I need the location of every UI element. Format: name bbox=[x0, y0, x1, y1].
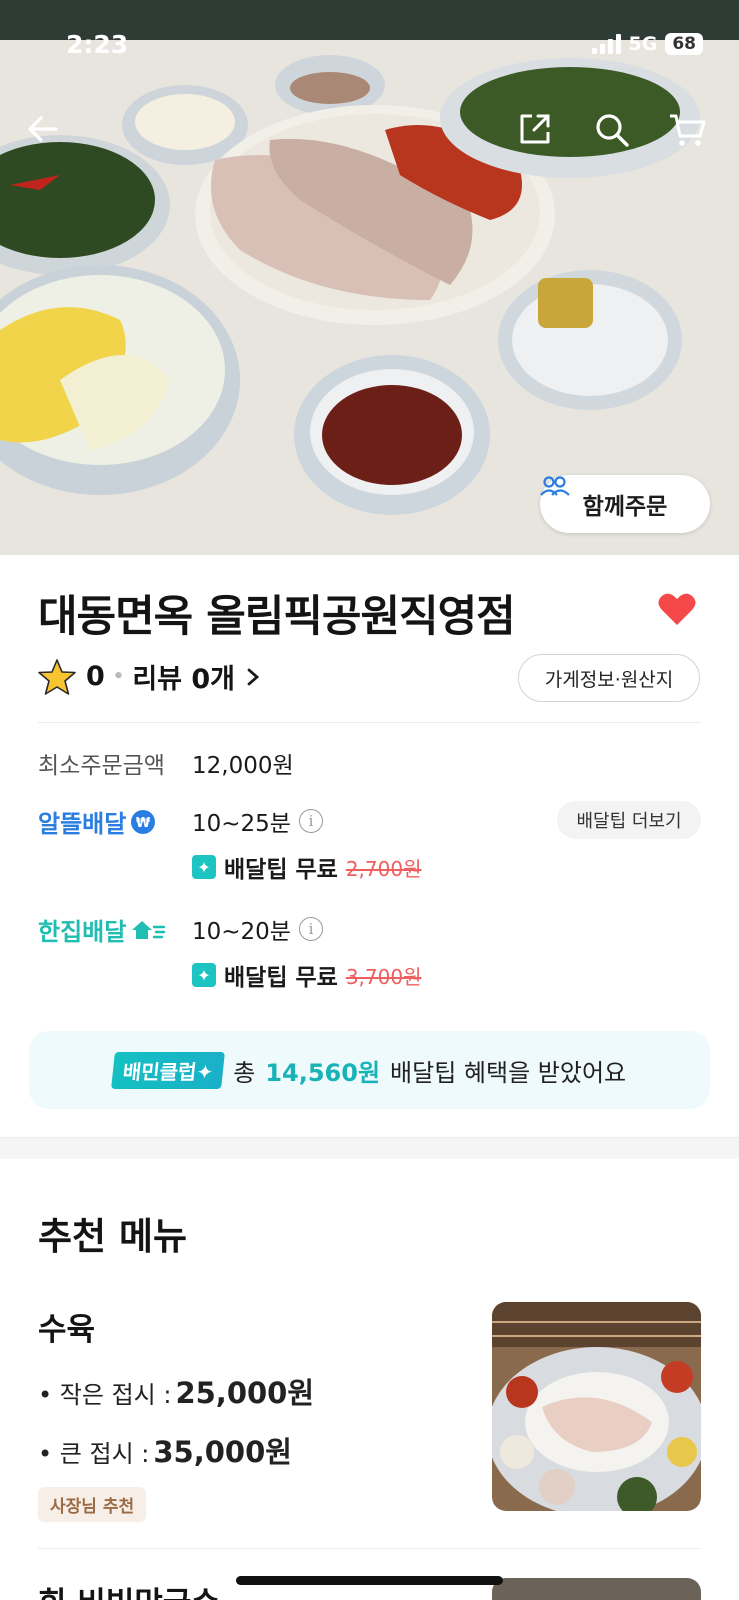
tip-original-price: 3,700원 bbox=[345, 964, 422, 989]
club-prefix: 총 bbox=[233, 1058, 256, 1087]
divider bbox=[38, 722, 701, 723]
option-label: • 작은 접시 : bbox=[38, 1381, 172, 1409]
favorite-button[interactable] bbox=[658, 592, 696, 630]
saver-time-text: 10~25분 bbox=[192, 811, 291, 837]
back-button[interactable] bbox=[26, 112, 70, 156]
club-suffix: 배달팁 혜택을 받았어요 bbox=[390, 1058, 627, 1087]
group-icon bbox=[540, 476, 570, 496]
won-badge-icon: ₩ bbox=[131, 809, 156, 834]
rating-value: 0 bbox=[86, 661, 105, 692]
home-indicator[interactable] bbox=[236, 1576, 503, 1585]
share-icon bbox=[520, 114, 550, 144]
network-label: 5G bbox=[628, 33, 658, 55]
option-price: 35,000원 bbox=[153, 1435, 292, 1469]
menu-item-image[interactable] bbox=[492, 1302, 701, 1511]
boiled-pork-photo bbox=[492, 1302, 701, 1511]
rating-row[interactable]: 0 • 리뷰 0개 bbox=[38, 657, 261, 696]
info-icon[interactable]: i bbox=[298, 809, 323, 833]
club-badge-text: 배민클럽 bbox=[121, 1059, 198, 1084]
option-price: 25,000원 bbox=[175, 1376, 315, 1410]
tip-free-label: 배달팁 무료 bbox=[224, 857, 338, 883]
battery-icon: 68 bbox=[665, 33, 703, 55]
menu-item-image[interactable] bbox=[492, 1578, 701, 1600]
chevron-right-icon bbox=[247, 668, 260, 685]
star-icon bbox=[38, 658, 76, 695]
min-order-value: 12,000원 bbox=[192, 753, 294, 779]
baemin-club-banner[interactable]: 배민클럽✦ 총 14,560원 배달팁 혜택을 받았어요 bbox=[29, 1031, 710, 1109]
tip-sparkle-icon: ✦ bbox=[192, 963, 216, 987]
single-time-text: 10~20분 bbox=[192, 919, 291, 945]
menu-option-large: • 큰 접시 : 35,000원 bbox=[38, 1429, 292, 1471]
search-icon bbox=[596, 114, 629, 147]
together-order-button[interactable]: 함께주문 bbox=[540, 475, 710, 533]
tip-free-label: 배달팁 무료 bbox=[224, 965, 338, 991]
menu-item-name[interactable]: 회 비빔막국수 bbox=[38, 1578, 220, 1600]
status-time: 2:23 bbox=[66, 30, 129, 59]
saver-delivery-text: 알뜰배달 bbox=[38, 810, 127, 838]
section-separator bbox=[0, 1137, 739, 1159]
more-delivery-tip-button[interactable]: 배달팁 더보기 bbox=[557, 801, 701, 839]
tip-original-price: 2,700원 bbox=[345, 856, 422, 881]
single-tip-row: ✦ 배달팁 무료 3,700원 bbox=[192, 958, 421, 992]
search-button[interactable] bbox=[594, 112, 638, 156]
club-amount: 14,560원 bbox=[265, 1058, 381, 1087]
recommended-menu-title: 추천 메뉴 bbox=[38, 1215, 188, 1258]
separator-dot: • bbox=[112, 666, 125, 687]
saver-delivery-time: 10~25분 i bbox=[192, 804, 323, 838]
saver-tip-row: ✦ 배달팁 무료 2,700원 bbox=[192, 850, 421, 884]
store-name: 대동면옥 올림픽공원직영점 bbox=[38, 592, 516, 642]
food-photo bbox=[0, 0, 739, 555]
owner-recommend-badge: 사장님 추천 bbox=[38, 1487, 147, 1522]
status-indicators: 5G 68 bbox=[591, 33, 703, 55]
review-count-link[interactable]: 리뷰 0개 bbox=[132, 657, 235, 696]
menu-item-name[interactable]: 수육 bbox=[38, 1304, 95, 1349]
store-info-button[interactable]: 가게정보·원산지 bbox=[518, 654, 700, 702]
share-button[interactable] bbox=[518, 112, 562, 156]
back-arrow-icon bbox=[28, 116, 58, 142]
club-badge: 배민클럽✦ bbox=[110, 1051, 226, 1089]
cart-button[interactable] bbox=[668, 112, 712, 156]
svg-text:₩: ₩ bbox=[136, 816, 151, 831]
single-delivery-text: 한집배달 bbox=[38, 918, 127, 946]
cart-icon bbox=[670, 114, 706, 146]
info-icon[interactable]: i bbox=[298, 917, 323, 941]
store-hero-image: 2:23 5G 68 함께주문 bbox=[0, 0, 739, 555]
tip-sparkle-icon: ✦ bbox=[192, 855, 216, 879]
saver-delivery-label: 알뜰배달 ₩ bbox=[38, 804, 156, 839]
single-delivery-label: 한집배달 bbox=[38, 912, 166, 947]
heart-icon bbox=[658, 593, 696, 625]
menu-option-small: • 작은 접시 : 25,000원 bbox=[38, 1370, 314, 1412]
option-label: • 큰 접시 : bbox=[38, 1440, 150, 1468]
together-order-label: 함께주문 bbox=[582, 494, 668, 520]
signal-icon bbox=[591, 34, 621, 54]
single-delivery-time: 10~20분 i bbox=[192, 912, 323, 946]
min-order-label: 최소주문금액 bbox=[38, 753, 165, 779]
divider bbox=[38, 1548, 701, 1549]
fast-home-icon bbox=[132, 920, 166, 939]
